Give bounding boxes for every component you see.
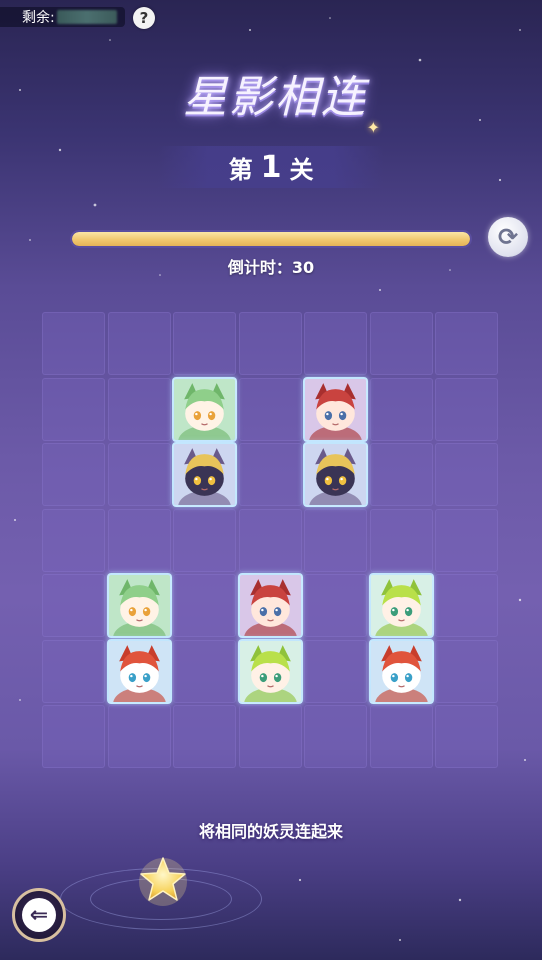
board-cell <box>42 639 105 703</box>
board-cell <box>304 574 367 637</box>
remaining-value-blurred <box>56 10 117 24</box>
board-cell <box>369 312 433 375</box>
board-cell <box>304 705 367 768</box>
level-number: 1 <box>260 149 282 185</box>
board-cell <box>107 377 171 441</box>
red-fox-portrait-icon <box>108 640 170 702</box>
board-cell <box>106 573 172 638</box>
board-cell <box>107 705 171 768</box>
countdown-label: 倒计时： <box>227 258 292 277</box>
board-cell <box>42 312 105 375</box>
board-cell <box>173 508 236 572</box>
board-cell <box>238 312 302 375</box>
board-cell <box>42 574 105 637</box>
board-cell <box>107 312 171 375</box>
spirit-tile-red-fox[interactable] <box>106 638 172 704</box>
spirit-tile-green-cat[interactable] <box>106 573 172 638</box>
glowing-star-icon <box>139 857 187 906</box>
board-cell <box>42 377 105 441</box>
board-cell <box>172 442 237 507</box>
board-cell <box>107 508 171 572</box>
spirit-tile-red-fox[interactable] <box>368 638 434 704</box>
masked-yellow-portrait-icon <box>174 444 235 505</box>
board-cell <box>237 573 303 638</box>
board-cell <box>435 639 498 703</box>
timer-progress-bar <box>70 230 472 248</box>
board-cell <box>42 705 105 768</box>
board-cell <box>106 638 172 704</box>
board-cell <box>173 705 236 768</box>
board-cell <box>107 443 171 506</box>
board-cell <box>435 312 498 375</box>
spirit-tile-lime-hair[interactable] <box>368 573 434 638</box>
red-fox-portrait-icon <box>370 640 432 702</box>
spirit-tile-red-hair[interactable] <box>237 573 303 638</box>
board-cell <box>435 443 498 506</box>
remaining-label: 剩余: <box>22 10 55 26</box>
countdown-text: 倒计时：30 <box>0 254 542 278</box>
level-banner: 第 1 关 <box>158 146 384 188</box>
timer-progress-fill <box>72 232 470 246</box>
green-cat-portrait-icon <box>108 575 170 636</box>
spirit-tile-green-cat[interactable] <box>172 376 237 442</box>
board-cell <box>173 574 236 637</box>
board-cell <box>238 377 302 441</box>
board-cell <box>369 508 433 572</box>
back-arrow-icon: ⇐ <box>22 898 56 932</box>
board-cell <box>173 639 236 703</box>
refresh-glyph: ⟳ <box>497 223 519 251</box>
board-cell <box>368 573 434 638</box>
board-cell <box>237 638 303 704</box>
board-cell <box>304 312 367 375</box>
board-cell <box>304 639 367 703</box>
board-cell <box>238 508 302 572</box>
instruction-text: 将相同的妖灵连起来 <box>198 822 343 841</box>
lime-hair-portrait-icon <box>239 640 301 702</box>
green-cat-portrait-icon <box>174 378 235 440</box>
red-hair-portrait-icon <box>239 575 301 636</box>
board-cell <box>435 705 498 768</box>
board-cell <box>435 574 498 637</box>
spirit-tile-masked-yellow[interactable] <box>172 442 237 507</box>
spirit-tile-lime-hair[interactable] <box>237 638 303 704</box>
masked-yellow-portrait-icon <box>305 444 366 505</box>
spirit-tile-red-hair[interactable] <box>303 376 368 442</box>
board-cell <box>303 442 368 507</box>
board-cell <box>369 377 433 441</box>
board-cell <box>369 705 433 768</box>
level-prefix: 第 <box>228 155 253 184</box>
game-title-logo: 星影相连 ✦ <box>150 58 400 138</box>
board-cell <box>42 508 105 572</box>
refresh-icon[interactable]: ⟳ <box>488 217 528 257</box>
countdown-value: 30 <box>291 258 315 277</box>
red-hair-portrait-icon <box>305 378 366 440</box>
board-cell <box>304 508 367 572</box>
board-cell <box>303 376 368 442</box>
level-suffix: 关 <box>289 155 314 184</box>
back-button[interactable]: ⇐ <box>12 888 66 942</box>
board-cell <box>435 508 498 572</box>
board-cell <box>435 377 498 441</box>
game-board <box>42 312 498 768</box>
board-cell <box>173 312 236 375</box>
board-cell <box>42 443 105 506</box>
board-cell <box>238 443 302 506</box>
remaining-box: 剩余: <box>0 7 125 27</box>
spirit-tile-masked-yellow[interactable] <box>303 442 368 507</box>
game-title-text: 星影相连 <box>183 72 367 123</box>
lime-hair-portrait-icon <box>370 575 432 636</box>
board-cell <box>172 376 237 442</box>
board-cell <box>368 638 434 704</box>
board-cell <box>369 443 433 506</box>
board-cell <box>238 705 302 768</box>
question-icon[interactable]: ? <box>133 7 155 29</box>
